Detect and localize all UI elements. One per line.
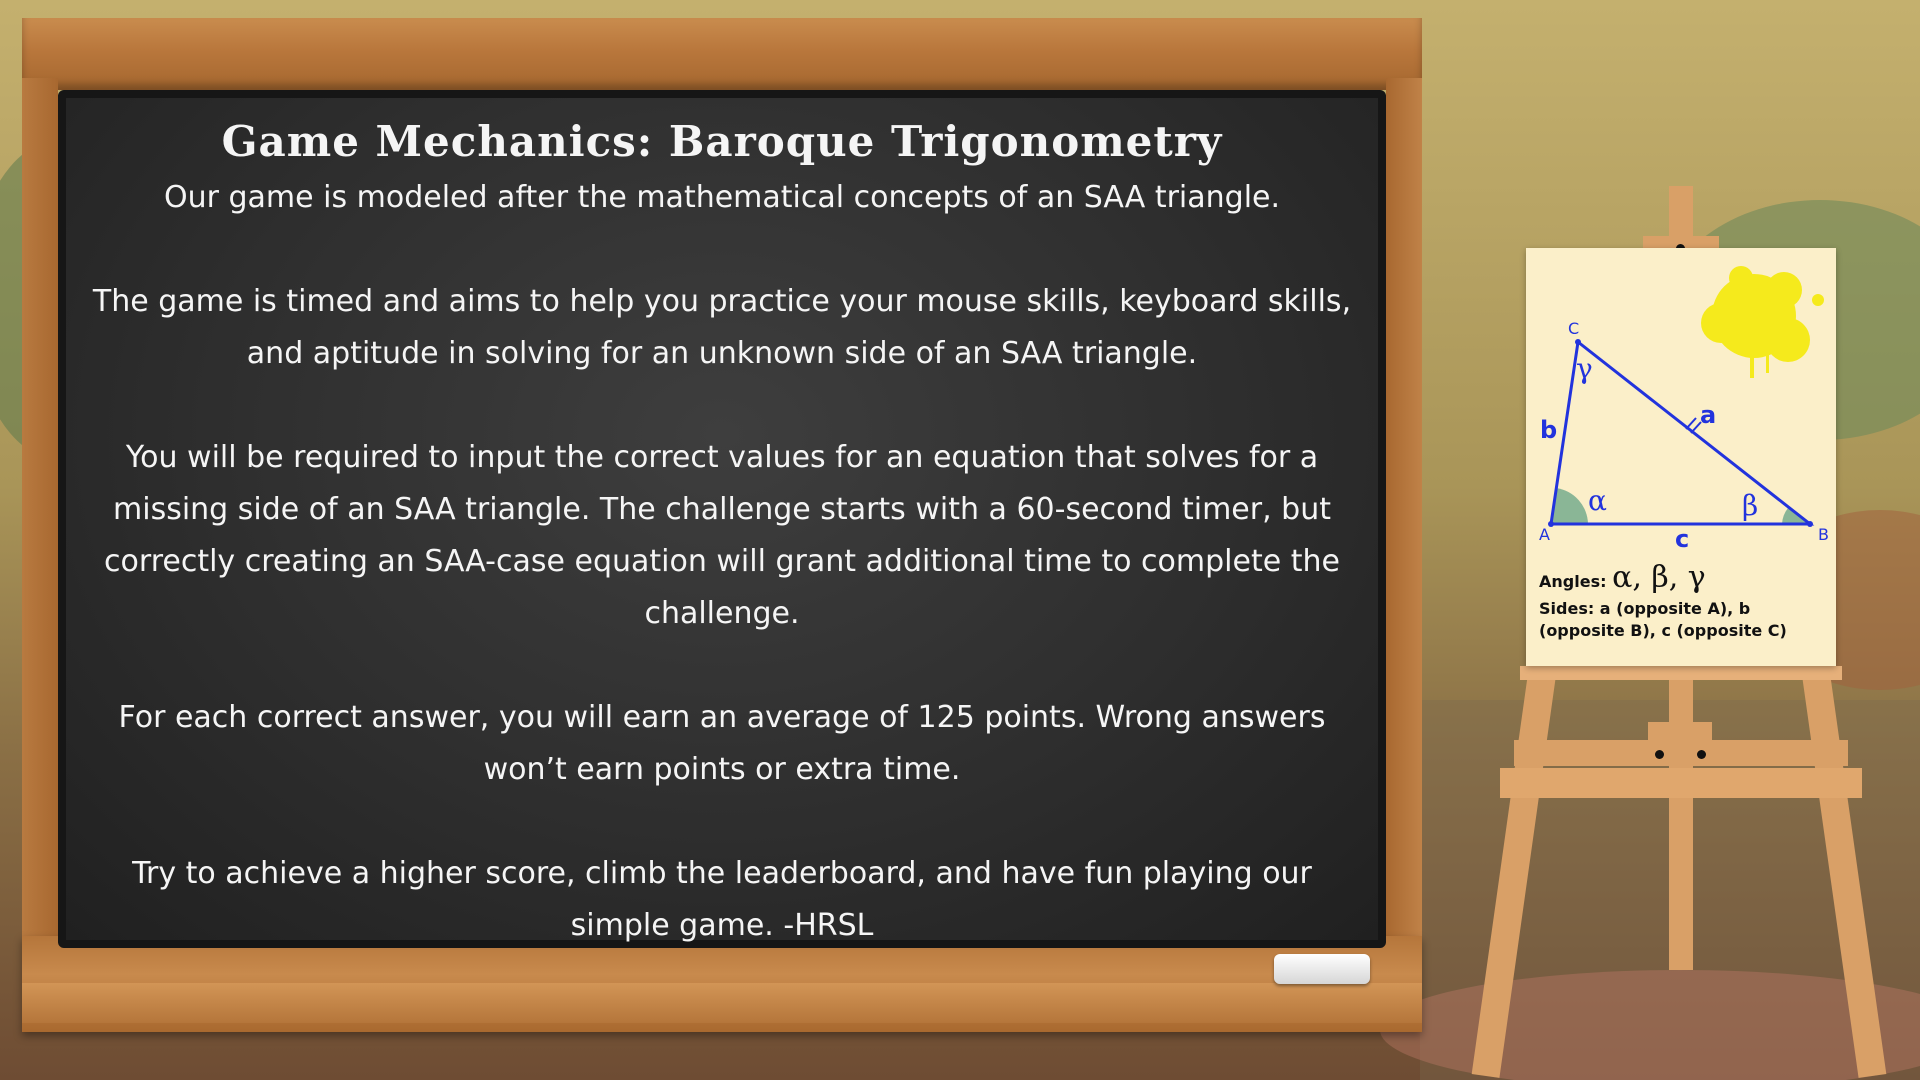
easel-center-post	[1669, 660, 1693, 970]
board-text: Game Mechanics: Baroque Trigonometry Our…	[62, 96, 1382, 946]
easel-knob-dot	[1655, 750, 1664, 759]
vertex-a-label: A	[1539, 525, 1550, 544]
sides-legend: Sides: a (opposite A), b (opposite B), c…	[1539, 599, 1787, 640]
rules-paragraph-challenge: You will be required to input the correc…	[104, 440, 1340, 631]
angle-beta-label: β	[1742, 489, 1758, 522]
easel-canvas-shelf	[1520, 666, 1842, 680]
side-c-label: c	[1675, 525, 1689, 548]
easel-lower-bar	[1500, 768, 1862, 798]
triangle-diagram: C A B b a c α β γ	[1539, 266, 1829, 548]
easel-knob-dot	[1697, 750, 1706, 759]
triangle-reference-card: C A B b a c α β γ Angles: α, β, γ Sides:…	[1526, 248, 1836, 666]
intro-paragraph: Our game is modeled after the mathematic…	[163, 180, 1281, 215]
easel-top-post	[1669, 186, 1693, 236]
sun-splash-icon	[1701, 266, 1824, 378]
chalkboard-frame-left	[22, 78, 58, 978]
chalkboard-frame-right	[1386, 78, 1422, 978]
angles-legend-symbols: α, β, γ	[1612, 560, 1706, 595]
easel-knob-block	[1648, 722, 1712, 746]
page-title: Game Mechanics: Baroque Trigonometry	[221, 117, 1223, 166]
angle-gamma-label: γ	[1576, 352, 1593, 385]
side-a-label: a	[1700, 401, 1716, 429]
rules-paragraph-scoring: For each correct answer, you will earn a…	[118, 700, 1326, 787]
rules-paragraph-timed: The game is timed and aims to help you p…	[92, 284, 1352, 371]
side-b-label: b	[1540, 416, 1557, 444]
angle-alpha-label: α	[1588, 484, 1607, 517]
eraser-icon	[1274, 954, 1370, 984]
angles-legend: Angles: α, β, γ	[1539, 560, 1706, 595]
vertex-c-label: C	[1568, 319, 1579, 338]
chalkboard: Game Mechanics: Baroque Trigonometry Our…	[22, 18, 1422, 1032]
angles-legend-label: Angles:	[1539, 572, 1607, 591]
chalkboard-frame-top	[22, 18, 1422, 90]
chalk-ledge	[22, 983, 1422, 1023]
vertex-b-label: B	[1818, 525, 1829, 544]
rules-paragraph-closing: Try to achieve a higher score, climb the…	[132, 856, 1312, 943]
